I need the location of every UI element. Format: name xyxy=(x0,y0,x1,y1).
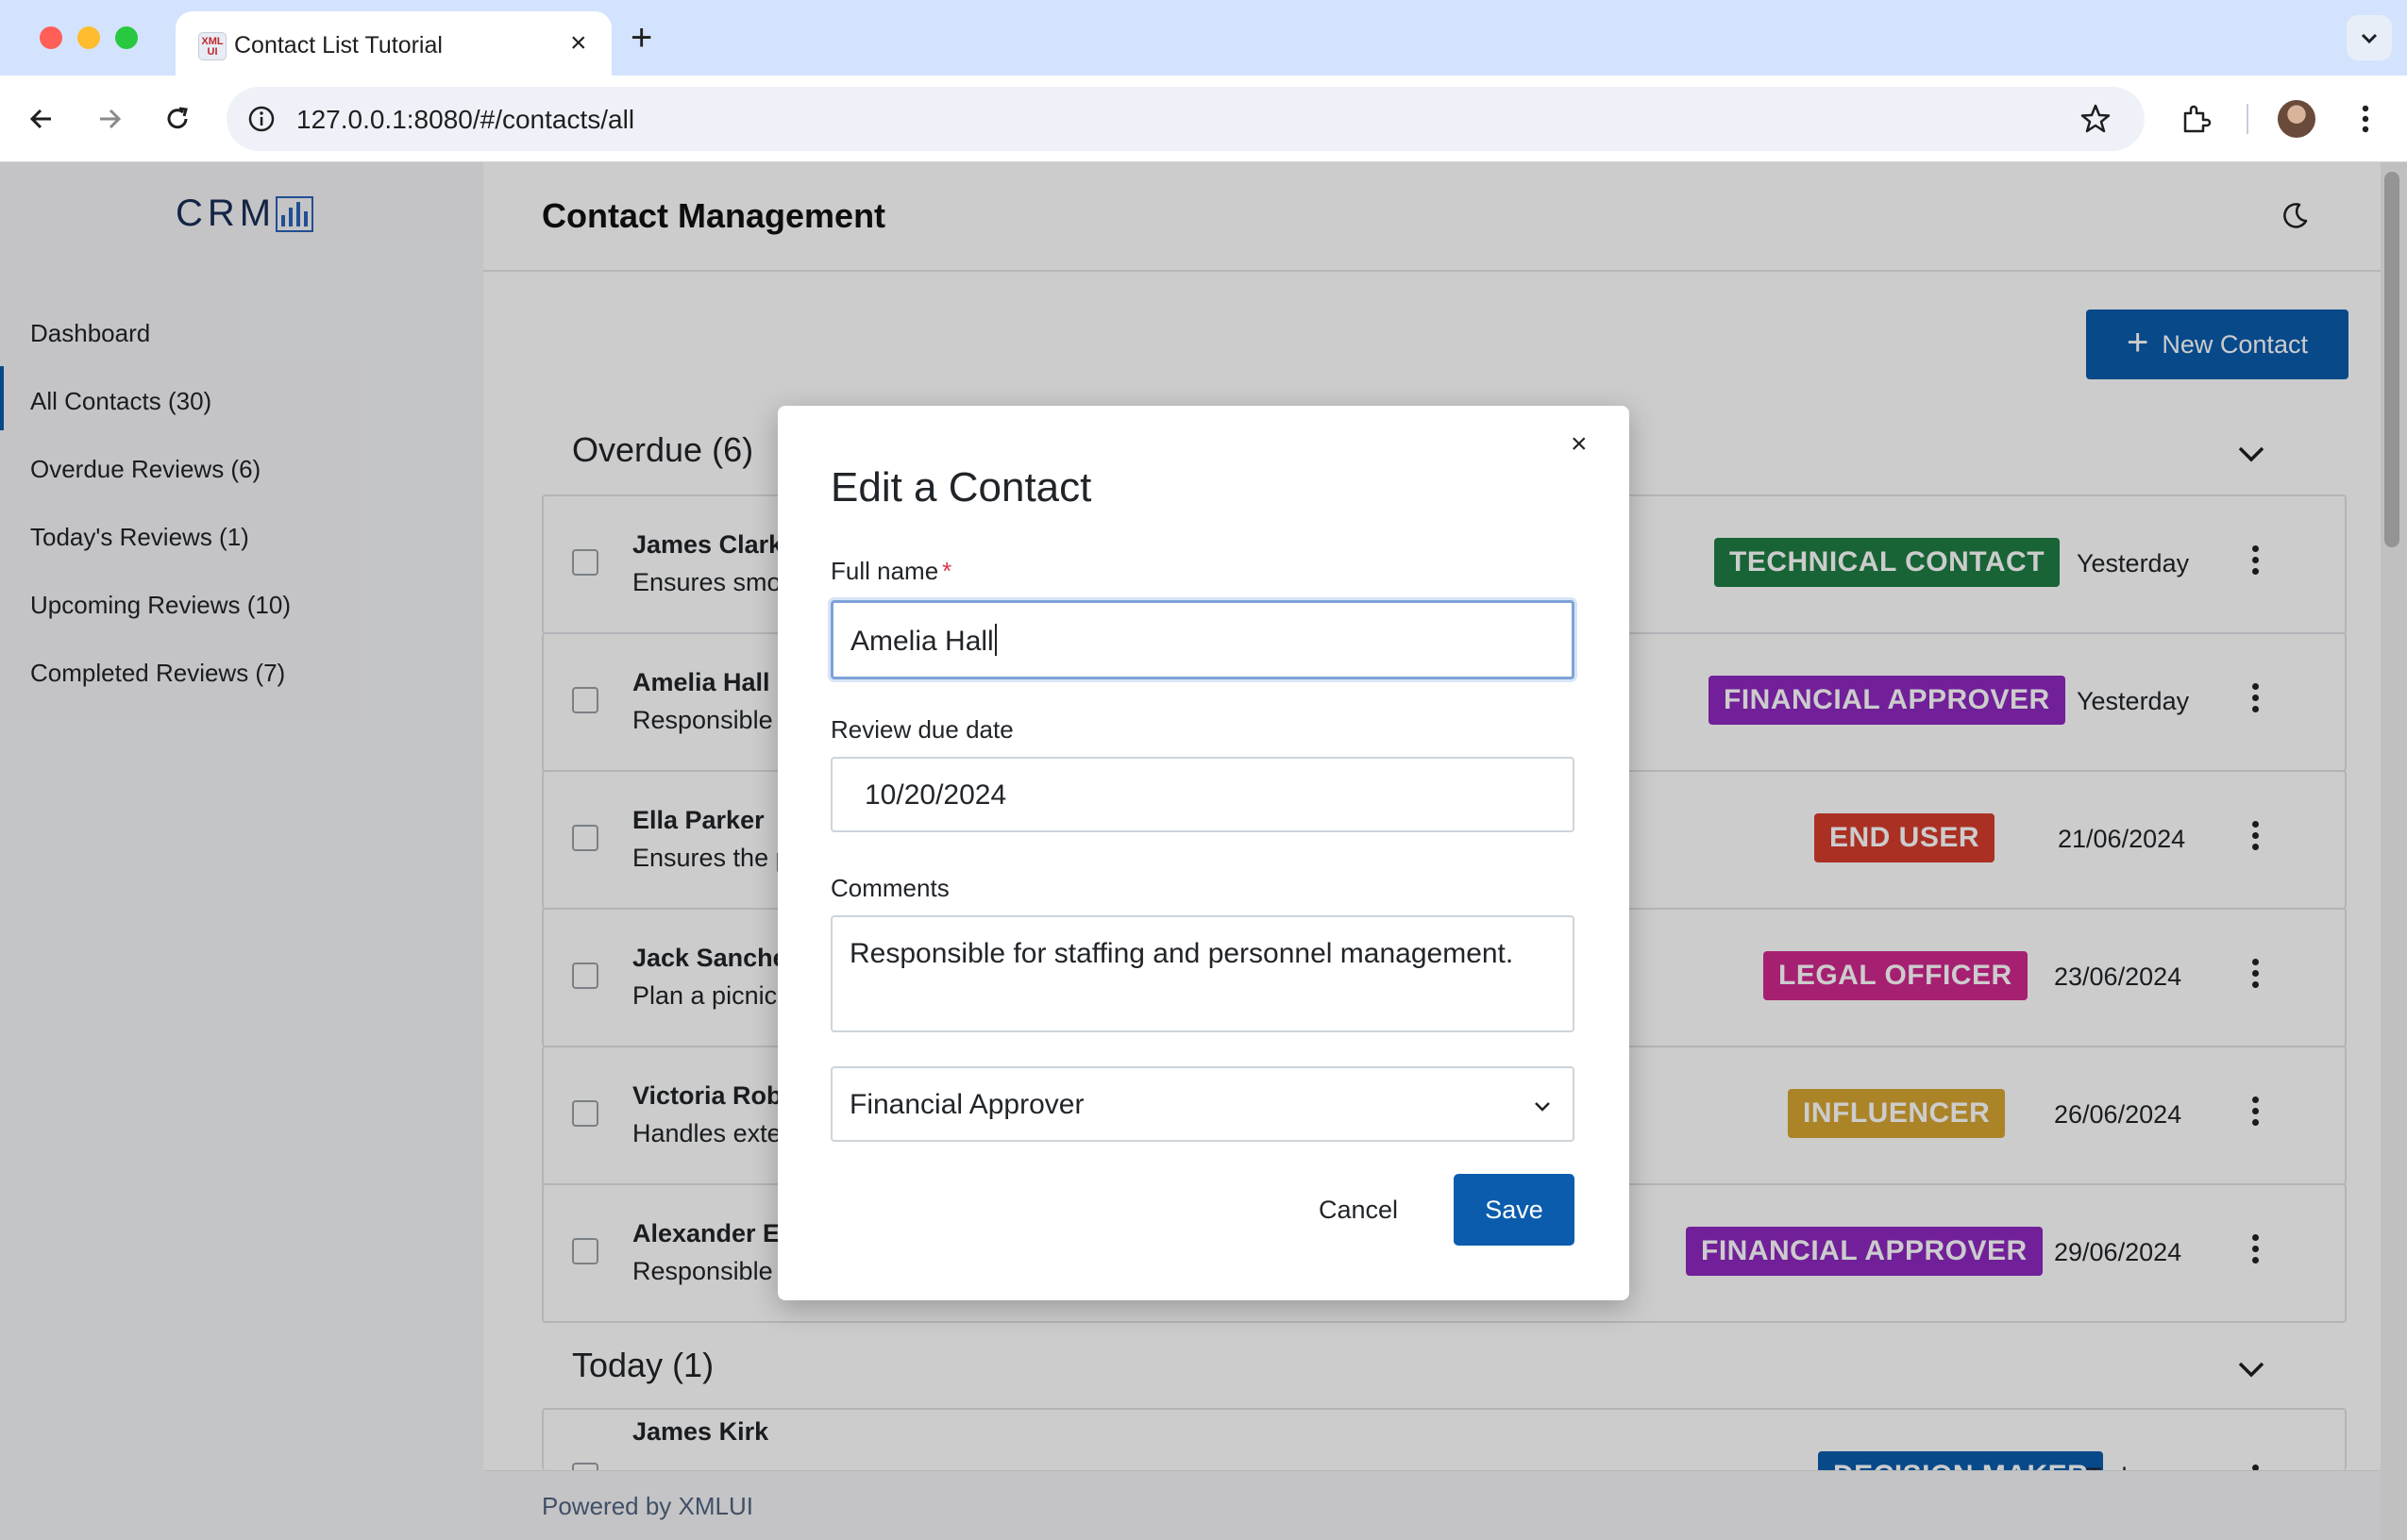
xmlui-favicon-icon: XML UI xyxy=(198,32,227,60)
window-close-button[interactable] xyxy=(40,26,62,49)
address-bar[interactable]: 127.0.0.1:8080/#/contacts/all xyxy=(227,87,2145,151)
category-value: Financial Approver xyxy=(850,1089,1085,1120)
profile-avatar[interactable] xyxy=(2278,100,2315,138)
bookmark-star-icon[interactable] xyxy=(2079,102,2112,136)
full-name-label: Full name * xyxy=(831,557,951,586)
forward-icon[interactable] xyxy=(89,98,130,140)
window-minimize-button[interactable] xyxy=(77,26,100,49)
edit-contact-dialog: × Edit a Contact Full name * Amelia Hall … xyxy=(778,406,1629,1300)
full-name-label-text: Full name xyxy=(831,557,939,585)
comments-textarea[interactable]: Responsible for staffing and personnel m… xyxy=(831,915,1574,1032)
tab-close-icon[interactable]: × xyxy=(570,26,587,60)
tab-search-button[interactable] xyxy=(2347,15,2392,60)
comments-value: Responsible for staffing and personnel m… xyxy=(850,938,1514,969)
back-icon[interactable] xyxy=(21,98,62,140)
site-info-icon[interactable] xyxy=(245,103,278,135)
toolbar-divider xyxy=(2247,104,2248,134)
category-select[interactable]: Financial Approver xyxy=(831,1066,1574,1142)
save-button[interactable]: Save xyxy=(1454,1174,1574,1246)
url-text: 127.0.0.1:8080/#/contacts/all xyxy=(296,105,635,134)
comments-label: Comments xyxy=(831,874,950,902)
full-name-value-text: Amelia Hall xyxy=(850,626,994,657)
browser-tab[interactable]: XML UI Contact List Tutorial × xyxy=(176,11,612,75)
browser-titlebar: XML UI Contact List Tutorial × + xyxy=(0,0,2407,75)
reload-icon[interactable] xyxy=(157,98,198,140)
browser-toolbar: 127.0.0.1:8080/#/contacts/all xyxy=(0,75,2407,162)
review-date-label: Review due date xyxy=(831,715,1014,744)
browser-menu-icon[interactable] xyxy=(2345,98,2386,140)
window-zoom-button[interactable] xyxy=(115,26,138,49)
app-root: CRM Dashboard All Contacts (30) Overdue … xyxy=(0,162,2407,1540)
review-date-input[interactable]: 10/20/2024 xyxy=(831,757,1574,832)
new-tab-icon[interactable]: + xyxy=(631,17,652,59)
full-name-input[interactable]: Amelia Hall xyxy=(831,600,1574,679)
chevron-down-icon xyxy=(1535,1102,1550,1112)
cancel-button[interactable]: Cancel xyxy=(1289,1174,1427,1246)
full-name-value: Amelia Hall xyxy=(850,624,997,658)
text-caret xyxy=(994,624,997,656)
close-icon[interactable]: × xyxy=(1571,430,1588,459)
extensions-icon[interactable] xyxy=(2175,98,2216,140)
chevron-down-icon xyxy=(2361,33,2378,44)
required-marker: * xyxy=(942,557,952,585)
dialog-title: Edit a Contact xyxy=(831,464,1092,511)
tab-title: Contact List Tutorial xyxy=(234,32,443,59)
review-date-value: 10/20/2024 xyxy=(865,779,1007,811)
